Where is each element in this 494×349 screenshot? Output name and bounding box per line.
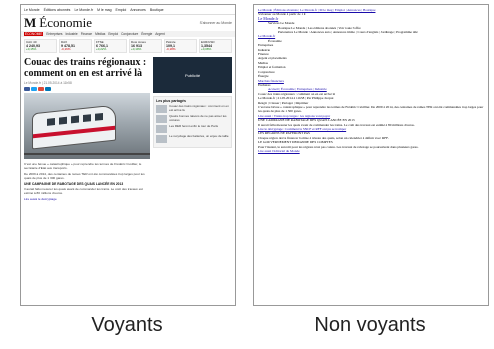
article-headline: Couac des trains régionaux : comment on … bbox=[24, 57, 147, 79]
article-paragraph: De 2009 à 2014, des centaines de rames T… bbox=[24, 172, 145, 180]
most-shared-title: Les plus partagés bbox=[156, 99, 186, 103]
plain-link-text[interactable]: Lire aussi l'éditorial du Monde bbox=[258, 149, 300, 153]
top-bar: Le Monde Éditions abonnés Le Monde.fr M le … bbox=[21, 5, 235, 15]
unstyled-page-screenshot: Le Monde | Éditions abonnés | Le Monde.f… bbox=[253, 4, 489, 306]
train-illustration bbox=[32, 104, 116, 150]
nav-item[interactable]: ÉCONOMIE bbox=[24, 32, 44, 36]
top-bar-link[interactable]: Boutique bbox=[150, 8, 164, 12]
most-shared-item[interactable]: Les RER feront enfin le tour de Paris bbox=[156, 124, 229, 133]
google-plus-icon[interactable] bbox=[38, 87, 44, 91]
related-link[interactable]: Lire aussi le décryptage bbox=[24, 197, 150, 201]
ticker-delta: +0,08% bbox=[201, 47, 212, 52]
facebook-icon[interactable] bbox=[24, 87, 30, 91]
market-tickers: CAC 40 4 240,93 +0,15% DAX 9 478,51 -0,16% FTS… bbox=[21, 37, 235, 55]
twitter-icon[interactable] bbox=[31, 87, 37, 91]
styled-page-screenshot: Le Monde Éditions abonnés Le Monde.fr M le … bbox=[20, 4, 236, 306]
ticker-delta: +0,19% bbox=[131, 47, 142, 52]
ticker[interactable]: DAX 9 478,51 -0,16% bbox=[59, 39, 92, 53]
article-paragraph: C'est une bévue « catastrophique » pour … bbox=[24, 162, 142, 170]
linkedin-icon[interactable] bbox=[45, 87, 51, 91]
most-shared-box: Les plus partagés Couac des trains régio… bbox=[153, 96, 232, 148]
nav-item[interactable]: Énergie bbox=[141, 32, 152, 36]
section-title[interactable]: Économie bbox=[39, 15, 92, 31]
most-shared-item-title: Les RER feront enfin le tour de Paris bbox=[169, 124, 219, 128]
ticker[interactable]: CAC 40 4 240,93 +0,15% bbox=[24, 39, 57, 53]
article-byline: Le Monde.fr | 21.05.2014 à 11h58 bbox=[24, 81, 72, 85]
article: Couac des trains régionaux : comment on … bbox=[24, 57, 151, 203]
most-shared-item-title: Quatre bonnes raisons de ne pas aimer le… bbox=[169, 114, 227, 122]
most-shared-item[interactable]: Le recyclage des batteries, un enjeu de … bbox=[156, 134, 229, 143]
top-bar-link[interactable]: M le mag bbox=[97, 8, 111, 12]
plain-link-text[interactable]: Le Monde | Éditions abonnés | Le Monde.f… bbox=[258, 8, 375, 12]
most-shared-item-title: Couac des trains régionaux : comment on … bbox=[169, 104, 229, 112]
nav-item[interactable]: Conjoncture bbox=[121, 32, 138, 36]
nav-item[interactable]: Médias bbox=[95, 32, 105, 36]
advertisement[interactable]: Publicité bbox=[153, 57, 232, 93]
ticker[interactable]: Pétrole 109,1 -0,18% bbox=[164, 39, 197, 53]
ticker-delta: +0,22% bbox=[96, 47, 107, 52]
ticker-delta: -0,16% bbox=[61, 47, 71, 52]
plain-link-text[interactable]: Le Monde.fr bbox=[258, 34, 275, 38]
plain-link[interactable]: Lire aussi l'éditorial du Monde bbox=[258, 149, 484, 153]
nav-item[interactable]: Entreprises bbox=[46, 32, 62, 36]
ticker-delta: -0,18% bbox=[166, 47, 176, 52]
plain-link-text[interactable]: Accueil | Économie | Entreprises | Indus… bbox=[268, 87, 327, 91]
logo-row: M Économie S'abonner au Monde bbox=[21, 15, 235, 31]
thumbnail bbox=[156, 105, 168, 113]
plain-text-line: C'est une bévue « catastrophique » pour … bbox=[258, 104, 484, 114]
most-shared-item[interactable]: Couac des trains régionaux : comment on … bbox=[156, 104, 229, 113]
top-bar-link[interactable]: Le Monde bbox=[24, 8, 40, 12]
article-subheading: UNE CAMPAGNE DE RABOTAGE DES QUAIS LANCÉ… bbox=[24, 182, 124, 186]
plain-link-text[interactable]: Marchés financiers bbox=[258, 79, 284, 83]
caption-sighted: Voyants bbox=[91, 314, 163, 336]
thumbnail bbox=[156, 125, 168, 133]
sidebar: Publicité Les plus partagés Couac des tr… bbox=[153, 57, 232, 203]
ticker-delta: +0,15% bbox=[26, 47, 37, 52]
nav-item[interactable]: Finance bbox=[81, 32, 92, 36]
most-shared-item-title: Le recyclage des batteries, un enjeu de … bbox=[169, 134, 229, 138]
nav-item[interactable]: Industrie bbox=[65, 32, 77, 36]
nav-item[interactable]: Argent bbox=[155, 32, 164, 36]
share-buttons bbox=[24, 87, 150, 91]
nav-item[interactable]: Emploi bbox=[108, 32, 118, 36]
article-photo-train bbox=[24, 93, 151, 159]
plain-text-content: Le Monde | Éditions abonnés | Le Monde.f… bbox=[254, 5, 488, 156]
subscribe-link[interactable]: S'abonner au Monde bbox=[200, 21, 232, 25]
caption-non-sighted: Non voyants bbox=[314, 314, 426, 336]
ticker[interactable]: Dow Jones 16 913 +0,19% bbox=[129, 39, 162, 53]
top-bar-link[interactable]: Annonces bbox=[130, 8, 146, 12]
thumbnail bbox=[156, 135, 168, 143]
most-shared-item[interactable]: Quatre bonnes raisons de ne pas aimer le… bbox=[156, 114, 229, 123]
article-paragraph: Il aurait fallu mesurer les quais avant … bbox=[24, 187, 143, 195]
top-bar-link[interactable]: Emploi bbox=[116, 8, 127, 12]
top-bar-link[interactable]: Éditions abonnés bbox=[44, 8, 71, 12]
top-bar-link[interactable]: Le Monde.fr bbox=[74, 8, 93, 12]
plain-link-text[interactable]: Le Monde.fr bbox=[258, 16, 278, 21]
le-monde-logo[interactable]: M bbox=[24, 15, 36, 31]
ticker[interactable]: EUR/USD 1,3544 +0,08% bbox=[199, 39, 232, 53]
ticker[interactable]: FTSE 6 766,1 +0,22% bbox=[94, 39, 127, 53]
thumbnail bbox=[156, 115, 168, 123]
